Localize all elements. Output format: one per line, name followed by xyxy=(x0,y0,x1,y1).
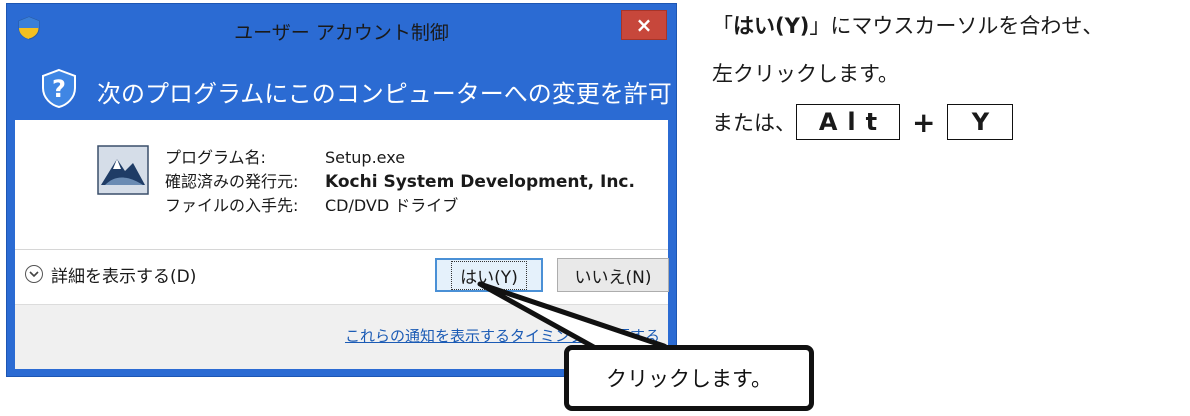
y-key: Y xyxy=(947,104,1014,140)
dialog-title: ユーザー アカウント制御 xyxy=(234,22,449,44)
instruction-button-name: はい(Y) xyxy=(733,14,810,38)
title-bar: ユーザー アカウント制御 × xyxy=(7,4,676,56)
svg-text:?: ? xyxy=(52,75,66,103)
divider xyxy=(15,249,668,250)
notification-settings-link[interactable]: これらの通知を表示するタイミングを変更する xyxy=(345,325,660,346)
show-details-label: 詳細を表示する(D) xyxy=(51,266,197,287)
no-button[interactable]: いいえ(N) xyxy=(557,258,669,292)
callout-balloon: クリックします。 xyxy=(564,345,814,411)
yes-button-label: はい(Y) xyxy=(451,260,527,290)
source-value: CD/DVD ドライブ xyxy=(325,196,459,215)
source-label: ファイルの入手先: xyxy=(165,196,299,215)
instruction-alternative: または、 xyxy=(712,111,796,135)
question-text: 次のプログラムにこのコンピューターへの変更を許可しますか? xyxy=(97,80,781,108)
uac-dialog: ユーザー アカウント制御 × ? 次のプログラムにこのコンピューターへの変更を許… xyxy=(7,4,781,376)
program-name-value: Setup.exe xyxy=(325,148,406,167)
program-icon xyxy=(97,145,149,195)
callout-text: クリックします。 xyxy=(606,367,772,391)
program-name-label: プログラム名: xyxy=(165,148,266,167)
close-button[interactable]: × xyxy=(621,10,667,40)
instruction-line-2: 左クリックします。 xyxy=(712,62,899,86)
publisher-value: Kochi System Development, Inc. xyxy=(325,172,635,192)
alt-key: Alt xyxy=(796,104,900,140)
show-details-toggle[interactable]: 詳細を表示する(D) xyxy=(25,260,196,288)
instruction-line-3: または、 Alt + Y xyxy=(712,104,1014,140)
question-band: ? 次のプログラムにこのコンピューターへの変更を許可しますか? xyxy=(7,56,781,120)
publisher-label: 確認済みの発行元: xyxy=(165,172,299,191)
chevron-down-icon xyxy=(25,265,43,283)
close-icon: × xyxy=(635,13,653,37)
plus-sign: + xyxy=(912,105,936,139)
instruction-line-1: 「はい(Y)」にマウスカーソルを合わせ、 xyxy=(712,10,1103,40)
no-button-label: いいえ(N) xyxy=(574,267,652,288)
info-values: Setup.exe Kochi System Development, Inc.… xyxy=(325,146,635,218)
instruction-open-bracket: 「 xyxy=(712,14,733,38)
dialog-body: プログラム名: 確認済みの発行元: ファイルの入手先: Setup.exe Ko… xyxy=(15,120,669,369)
yes-button[interactable]: はい(Y) xyxy=(435,258,543,292)
instruction-line-1-rest: 」にマウスカーソルを合わせ、 xyxy=(809,14,1104,38)
info-labels: プログラム名: 確認済みの発行元: ファイルの入手先: xyxy=(165,146,298,218)
question-icon: ? xyxy=(42,68,76,108)
